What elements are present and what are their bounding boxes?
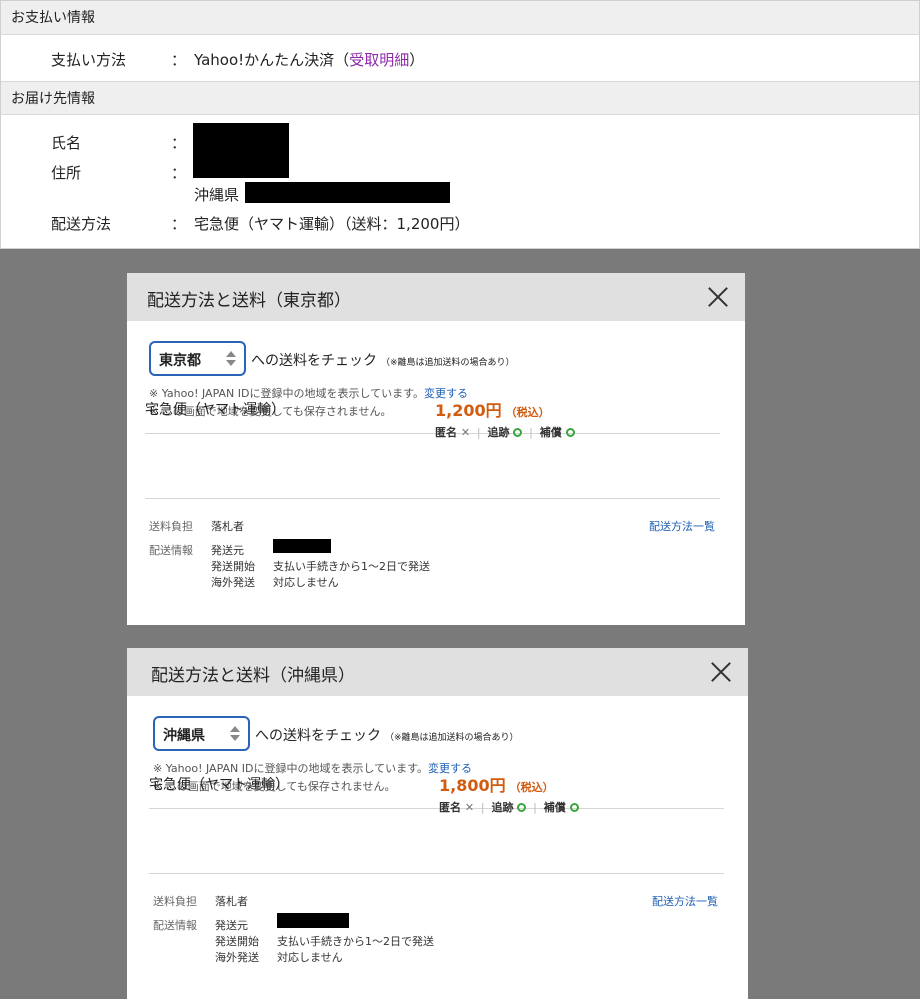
region-select[interactable]: 沖縄県 [153,716,250,751]
check-shipping-text: への送料をチェック （※離島は追加送料の場合あり） [251,350,515,370]
carrier-name: 宅急便（ヤマト運輸） [149,777,289,793]
address-row: 住所 ： [1,156,919,186]
island-note: （※離島は追加送料の場合あり） [385,733,519,743]
modal-title: 配送方法と送料（沖縄県） [151,666,355,686]
colon: ： [171,164,187,182]
start-label: 発送開始 [215,935,259,948]
modal-header: 配送方法と送料（沖縄県） [127,648,748,696]
shipping-info-label: 配送情報 [153,919,197,932]
ship-method-value: 宅急便（ヤマト運輸）（送料：1,200円） [194,215,470,233]
circle-check-icon [513,428,523,437]
redacted-origin-block [277,913,349,928]
redacted-origin-block [273,539,331,553]
shipping-modal-okinawa: 配送方法と送料（沖縄県） 沖縄県 への送料をチェック （※離島は追加送料の場合あり… [127,648,748,999]
redacted-address-block [245,182,450,203]
method-list-link[interactable]: 配送方法一覧 [649,518,715,534]
tax-label: （税込） [509,781,554,794]
cross-icon: ✕ [464,801,475,814]
burden-value: 落札者 [215,895,248,908]
ship-method-row: 配送方法 ： 宅急便（ヤマト運輸）（送料：1,200円） [1,207,919,237]
region-select-value: 沖縄県 [163,728,205,744]
compensation-label: 補償 [539,426,562,439]
start-value: 支払い手続きから1〜2日で発送 [277,935,434,948]
service-flags: 匿名 ✕ | 追跡 | 補償 [439,799,579,815]
modal-header: 配送方法と送料（東京都） [127,273,745,321]
origin-label: 発送元 [211,544,244,557]
burden-label: 送料負担 [149,520,193,533]
colon: ： [171,215,187,233]
anonymous-label: 匿名 [435,426,457,439]
carrier-name: 宅急便（ヤマト運輸） [145,402,285,418]
separator: | [476,426,481,439]
payment-section-heading: お支払い情報 [1,1,919,35]
shipping-price: 1,200円 （税込） [435,397,550,421]
close-icon[interactable] [706,657,736,687]
address-label: 住所 [51,164,82,182]
circle-check-icon [517,803,527,812]
payment-method-text: Yahoo!かんたん決済 [194,51,335,69]
redacted-name-block [193,123,289,178]
ship-method-label: 配送方法 [51,215,112,233]
start-value: 支払い手続きから1〜2日で発送 [273,560,430,573]
tracking-label: 追跡 [491,801,514,814]
island-note: （※離島は追加送料の場合あり） [381,358,515,368]
select-arrows-icon [230,725,240,743]
receipt-link[interactable]: 受取明細 [349,51,409,69]
method-list-link[interactable]: 配送方法一覧 [652,893,718,909]
separator: | [480,801,485,814]
tracking-label: 追跡 [487,426,510,439]
service-flags: 匿名 ✕ | 追跡 | 補償 [435,424,575,440]
colon: ： [171,51,187,69]
check-label: への送料をチェック [255,728,381,744]
paren: （ [334,51,350,69]
separator: | [529,426,533,439]
start-label: 発送開始 [211,560,255,573]
circle-check-icon [565,428,575,437]
cross-icon: ✕ [460,426,471,439]
price-value: 1,200円 [435,401,502,420]
select-arrows-icon [226,350,236,368]
shipping-info-label: 配送情報 [149,544,193,557]
close-icon[interactable] [703,282,733,312]
separator: | [533,801,537,814]
divider [145,433,720,434]
payment-method-label: 支払い方法 [51,51,127,69]
overseas-label: 海外発送 [215,951,259,964]
name-row: 氏名 ： [1,126,919,156]
tax-label: （税込） [505,406,550,419]
shipping-price: 1,800円 （税込） [439,772,554,796]
paren: ） [409,51,425,69]
colon: ： [171,134,187,152]
burden-label: 送料負担 [153,895,197,908]
shipping-modal-tokyo: 配送方法と送料（東京都） 東京都 への送料をチェック （※離島は追加送料の場合あり… [127,273,745,625]
payment-method-row: 支払い方法 ： Yahoo!かんたん決済（受取明細） [1,43,919,73]
region-select-value: 東京都 [159,353,201,369]
order-info-panel: お支払い情報 支払い方法 ： Yahoo!かんたん決済（受取明細） お届け先情報… [0,0,920,249]
delivery-section-heading: お届け先情報 [1,81,919,115]
region-select[interactable]: 東京都 [149,341,246,376]
address-prefecture: 沖縄県 [194,186,240,204]
burden-value: 落札者 [211,520,244,533]
divider [149,873,724,874]
overseas-value: 対応しません [273,576,339,589]
overseas-label: 海外発送 [211,576,255,589]
name-label: 氏名 [51,134,82,152]
price-value: 1,800円 [439,776,506,795]
origin-label: 発送元 [215,919,248,932]
modal-title: 配送方法と送料（東京都） [147,291,351,311]
check-shipping-text: への送料をチェック （※離島は追加送料の場合あり） [255,725,519,745]
anonymous-label: 匿名 [439,801,461,814]
divider [145,498,720,499]
overseas-value: 対応しません [277,951,343,964]
divider [149,808,724,809]
check-label: への送料をチェック [251,353,377,369]
circle-check-icon [569,803,579,812]
payment-method-value: Yahoo!かんたん決済（受取明細） [194,49,424,70]
compensation-label: 補償 [543,801,566,814]
